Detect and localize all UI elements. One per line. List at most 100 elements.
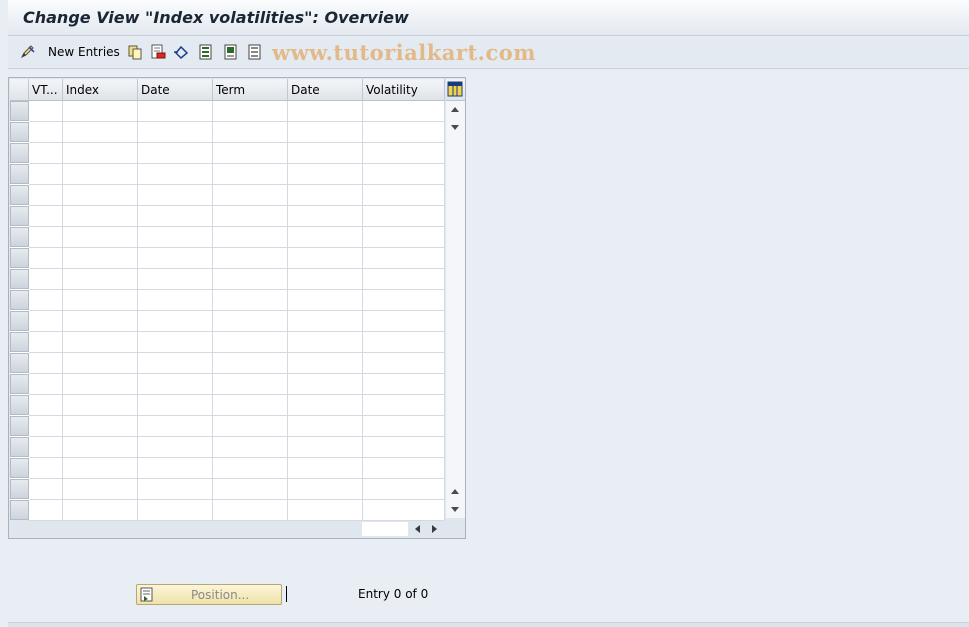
table-cell[interactable] xyxy=(288,332,363,353)
table-cell[interactable] xyxy=(288,353,363,374)
table-cell[interactable] xyxy=(213,353,288,374)
table-cell[interactable] xyxy=(63,185,138,206)
table-cell[interactable] xyxy=(213,374,288,395)
table-cell[interactable] xyxy=(363,437,445,458)
table-cell[interactable] xyxy=(363,248,445,269)
table-cell[interactable] xyxy=(138,227,213,248)
table-cell[interactable] xyxy=(213,458,288,479)
table-cell[interactable] xyxy=(29,248,63,269)
table-cell[interactable] xyxy=(288,227,363,248)
table-cell[interactable] xyxy=(63,416,138,437)
table-cell[interactable] xyxy=(213,206,288,227)
table-cell[interactable] xyxy=(63,374,138,395)
table-cell[interactable] xyxy=(288,269,363,290)
table-cell[interactable] xyxy=(138,353,213,374)
horizontal-scrollbar[interactable] xyxy=(362,521,445,537)
row-selector[interactable] xyxy=(10,101,29,121)
table-cell[interactable] xyxy=(63,500,138,521)
table-cell[interactable] xyxy=(288,479,363,500)
copy-icon[interactable] xyxy=(127,44,143,60)
table-cell[interactable] xyxy=(363,353,445,374)
table-cell[interactable] xyxy=(29,353,63,374)
page-down-icon[interactable] xyxy=(451,125,459,130)
row-selector[interactable] xyxy=(10,395,29,415)
table-cell[interactable] xyxy=(213,143,288,164)
row-selector[interactable] xyxy=(10,458,29,478)
table-cell[interactable] xyxy=(138,290,213,311)
table-cell[interactable] xyxy=(29,101,63,122)
table-cell[interactable] xyxy=(363,458,445,479)
table-cell[interactable] xyxy=(29,479,63,500)
vertical-scrollbar[interactable] xyxy=(446,79,465,518)
table-cell[interactable] xyxy=(363,206,445,227)
table-cell[interactable] xyxy=(363,416,445,437)
table-cell[interactable] xyxy=(29,122,63,143)
row-selector[interactable] xyxy=(10,185,29,205)
row-selector[interactable] xyxy=(10,227,29,247)
row-selector[interactable] xyxy=(10,248,29,268)
table-cell[interactable] xyxy=(288,248,363,269)
row-selector[interactable] xyxy=(10,437,29,457)
table-cell[interactable] xyxy=(213,395,288,416)
table-cell[interactable] xyxy=(288,206,363,227)
table-cell[interactable] xyxy=(138,248,213,269)
table-cell[interactable] xyxy=(213,164,288,185)
table-cell[interactable] xyxy=(29,206,63,227)
table-cell[interactable] xyxy=(363,290,445,311)
table-cell[interactable] xyxy=(363,311,445,332)
table-cell[interactable] xyxy=(29,164,63,185)
table-cell[interactable] xyxy=(363,227,445,248)
table-cell[interactable] xyxy=(213,500,288,521)
table-cell[interactable] xyxy=(63,290,138,311)
table-cell[interactable] xyxy=(213,248,288,269)
scroll-up-icon[interactable] xyxy=(451,107,459,112)
table-cell[interactable] xyxy=(63,122,138,143)
table-cell[interactable] xyxy=(213,185,288,206)
row-selector[interactable] xyxy=(10,311,29,331)
row-selector[interactable] xyxy=(10,500,29,520)
table-cell[interactable] xyxy=(138,416,213,437)
column-header-date-2[interactable]: Date xyxy=(288,79,363,101)
table-cell[interactable] xyxy=(213,479,288,500)
table-cell[interactable] xyxy=(29,185,63,206)
edit-pencil-icon[interactable] xyxy=(20,44,36,60)
select-all-corner[interactable] xyxy=(10,79,29,101)
row-selector[interactable] xyxy=(10,164,29,184)
table-cell[interactable] xyxy=(29,290,63,311)
table-cell[interactable] xyxy=(138,479,213,500)
table-cell[interactable] xyxy=(138,269,213,290)
table-cell[interactable] xyxy=(363,500,445,521)
scroll-right-icon[interactable] xyxy=(432,525,437,533)
table-cell[interactable] xyxy=(138,206,213,227)
table-cell[interactable] xyxy=(288,185,363,206)
position-button[interactable]: Position... xyxy=(136,584,282,605)
table-cell[interactable] xyxy=(213,437,288,458)
column-header-index[interactable]: Index xyxy=(63,79,138,101)
table-cell[interactable] xyxy=(363,185,445,206)
table-cell[interactable] xyxy=(288,500,363,521)
row-selector[interactable] xyxy=(10,122,29,142)
select-block-icon[interactable] xyxy=(223,44,239,60)
table-cell[interactable] xyxy=(63,458,138,479)
table-cell[interactable] xyxy=(288,101,363,122)
table-cell[interactable] xyxy=(363,374,445,395)
table-cell[interactable] xyxy=(63,437,138,458)
table-cell[interactable] xyxy=(288,122,363,143)
table-cell[interactable] xyxy=(63,248,138,269)
table-cell[interactable] xyxy=(138,122,213,143)
table-cell[interactable] xyxy=(288,374,363,395)
column-header-volatility[interactable]: Volatility xyxy=(363,79,445,101)
table-cell[interactable] xyxy=(138,458,213,479)
table-cell[interactable] xyxy=(138,311,213,332)
table-cell[interactable] xyxy=(138,164,213,185)
table-cell[interactable] xyxy=(288,395,363,416)
table-cell[interactable] xyxy=(63,332,138,353)
row-selector[interactable] xyxy=(10,332,29,352)
table-cell[interactable] xyxy=(29,500,63,521)
table-cell[interactable] xyxy=(288,164,363,185)
table-cell[interactable] xyxy=(29,374,63,395)
table-cell[interactable] xyxy=(138,374,213,395)
row-selector[interactable] xyxy=(10,143,29,163)
table-cell[interactable] xyxy=(63,269,138,290)
column-header-term[interactable]: Term xyxy=(213,79,288,101)
